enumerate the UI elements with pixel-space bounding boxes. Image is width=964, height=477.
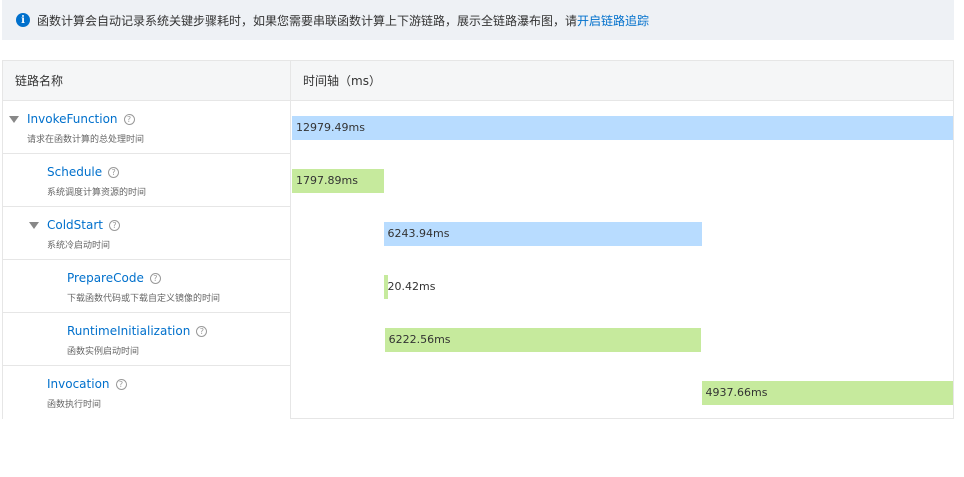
span-title-text: PrepareCode: [67, 271, 144, 285]
help-icon[interactable]: ?: [108, 167, 120, 178]
span-title-text: ColdStart: [47, 218, 103, 232]
timeline-bar-label: 12979.49ms: [296, 121, 365, 134]
timeline-bar-preparecode[interactable]: 20.42ms: [383, 275, 435, 299]
timeline-bar-label: 1797.89ms: [296, 174, 358, 187]
timeline-bar-label: 20.42ms: [387, 280, 436, 293]
trace-table: 链路名称 时间轴（ms） InvokeFunction? 请求在函数计算的总处理时…: [2, 60, 954, 419]
expand-caret-icon[interactable]: [29, 222, 39, 229]
help-icon[interactable]: ?: [109, 220, 120, 231]
span-row-invokefunction: InvokeFunction? 请求在函数计算的总处理时间: [3, 101, 291, 154]
span-title[interactable]: InvokeFunction?: [27, 112, 135, 126]
timeline-bar-label: 4937.66ms: [705, 386, 768, 399]
span-title[interactable]: RuntimeInitialization?: [67, 324, 208, 338]
span-description: 请求在函数计算的总处理时间: [27, 135, 145, 145]
column-header-name: 链路名称: [3, 61, 291, 101]
info-banner: i 函数计算会自动记录系统关键步骤耗时，如果您需要串联函数计算上下游链路，展示全…: [2, 0, 954, 40]
info-banner-text: 函数计算会自动记录系统关键步骤耗时，如果您需要串联函数计算上下游链路，展示全链路…: [37, 13, 578, 28]
timeline-bar-invocation[interactable]: 4937.66ms: [701, 381, 953, 405]
span-row-preparecode: PrepareCode? 下载函数代码或下载自定义镜像的时间: [3, 260, 291, 313]
span-description: 系统冷启动时间: [47, 241, 111, 251]
column-header-timeline: 时间轴（ms）: [303, 74, 381, 88]
help-icon[interactable]: ?: [115, 379, 127, 390]
span-row-invocation: Invocation? 函数执行时间: [3, 366, 291, 419]
span-title[interactable]: Schedule?: [47, 165, 120, 179]
span-row-schedule: Schedule? 系统调度计算资源的时间: [3, 154, 291, 207]
span-title-text: RuntimeInitialization: [67, 324, 191, 338]
span-title-text: Schedule: [47, 165, 103, 179]
timeline-area: 12979.49ms 1797.89ms 6243.94ms 20.42ms 6222.…: [292, 101, 953, 419]
expand-caret-icon[interactable]: [9, 116, 19, 123]
span-title[interactable]: PrepareCode?: [67, 271, 161, 285]
span-row-coldstart: ColdStart? 系统冷启动时间: [3, 207, 291, 260]
timeline-bar-runtimeinitialization[interactable]: 6222.56ms: [384, 328, 702, 352]
span-description: 系统调度计算资源的时间: [47, 188, 147, 198]
help-icon[interactable]: ?: [123, 114, 135, 125]
span-title-text: InvokeFunction: [27, 112, 118, 126]
timeline-bar-invokefunction[interactable]: 12979.49ms: [292, 116, 953, 140]
help-icon[interactable]: ?: [149, 273, 161, 284]
span-description: 下载函数代码或下载自定义镜像的时间: [67, 294, 221, 304]
help-icon[interactable]: ?: [196, 326, 208, 337]
table-header: 链路名称 时间轴（ms）: [3, 61, 953, 101]
span-title-text: Invocation: [47, 377, 110, 391]
span-description: 函数执行时间: [47, 400, 102, 410]
span-row-runtimeinitialization: RuntimeInitialization? 函数实例启动时间: [3, 313, 291, 366]
span-description: 函数实例启动时间: [67, 347, 140, 357]
span-name-column: InvokeFunction? 请求在函数计算的总处理时间 Schedule? 系统调…: [3, 101, 291, 419]
span-title[interactable]: Invocation?: [47, 377, 127, 391]
timeline-bar-coldstart[interactable]: 6243.94ms: [383, 222, 702, 246]
timeline-bar-label: 6243.94ms: [387, 227, 450, 240]
enable-tracing-link[interactable]: 开启链路追踪: [577, 12, 649, 29]
span-title[interactable]: ColdStart?: [47, 218, 120, 232]
timeline-bar-schedule[interactable]: 1797.89ms: [292, 169, 384, 193]
info-icon: i: [16, 13, 30, 27]
timeline-bar-label: 6222.56ms: [388, 333, 451, 346]
